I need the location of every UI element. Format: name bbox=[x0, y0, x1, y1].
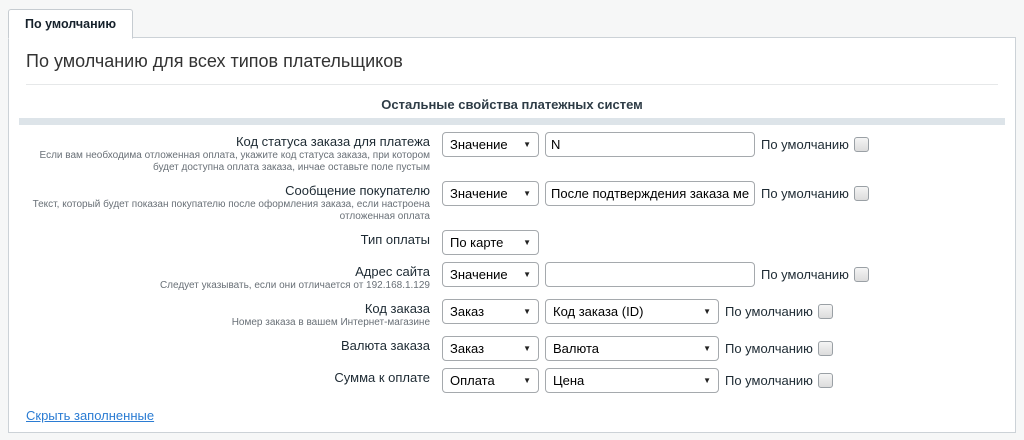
select-value: Код заказа (ID) bbox=[553, 304, 643, 319]
default-wrap: По умолчанию bbox=[761, 137, 869, 152]
label-cell: Сообщение покупателю Текст, который буде… bbox=[9, 180, 436, 223]
field-label: Валюта заказа bbox=[29, 338, 430, 354]
select-value: Заказ bbox=[450, 304, 484, 319]
field-label: Сообщение покупателю bbox=[29, 183, 430, 199]
select-value: Валюта bbox=[553, 341, 599, 356]
select-value: Цена bbox=[553, 373, 584, 388]
default-wrap: По умолчанию bbox=[725, 341, 833, 356]
select-value: Оплата bbox=[450, 373, 495, 388]
field-hint: Текст, который будет показан покупателю … bbox=[29, 199, 430, 223]
value-type-select[interactable]: Значение ▼ bbox=[442, 262, 539, 287]
hide-filled-link[interactable]: Скрыть заполненные bbox=[26, 408, 154, 423]
controls: Значение ▼ По умолчанию bbox=[442, 180, 869, 206]
chevron-down-icon: ▼ bbox=[523, 238, 531, 247]
controls: Заказ ▼ Валюта ▼ По умолчанию bbox=[442, 335, 833, 361]
field-label: Код статуса заказа для платежа bbox=[29, 134, 430, 150]
field-label: Код заказа bbox=[29, 301, 430, 317]
site-address-input[interactable] bbox=[545, 262, 755, 287]
controls: По карте ▼ bbox=[442, 229, 539, 255]
default-wrap: По умолчанию bbox=[725, 373, 833, 388]
amount-select[interactable]: Цена ▼ bbox=[545, 368, 719, 393]
buyer-message-input[interactable] bbox=[545, 181, 755, 206]
field-label: Сумма к оплате bbox=[29, 370, 430, 386]
controls: Значение ▼ По умолчанию bbox=[442, 131, 869, 157]
form-row: Сообщение покупателю Текст, который буде… bbox=[9, 180, 1015, 223]
form-row: Код статуса заказа для платежа Если вам … bbox=[9, 131, 1015, 174]
settings-page: По умолчанию По умолчанию для всех типов… bbox=[0, 0, 1024, 433]
value-type-select[interactable]: Значение ▼ bbox=[442, 132, 539, 157]
controls: Заказ ▼ Код заказа (ID) ▼ По умолчанию bbox=[442, 298, 833, 324]
field-hint: Номер заказа в вашем Интернет-магазине bbox=[29, 317, 430, 329]
order-code-select[interactable]: Код заказа (ID) ▼ bbox=[545, 299, 719, 324]
source-select[interactable]: Заказ ▼ bbox=[442, 336, 539, 361]
select-value: Значение bbox=[450, 267, 508, 282]
form-row: Код заказа Номер заказа в вашем Интернет… bbox=[9, 298, 1015, 329]
default-checkbox[interactable] bbox=[854, 267, 869, 282]
select-value: Заказ bbox=[450, 341, 484, 356]
page-title: По умолчанию для всех типов плательщиков bbox=[26, 50, 998, 72]
form-row: Сумма к оплате Оплата ▼ Цена ▼ По умолча… bbox=[9, 367, 1015, 393]
section-title: Остальные свойства платежных систем bbox=[9, 97, 1015, 112]
chevron-down-icon: ▼ bbox=[523, 344, 531, 353]
chevron-down-icon: ▼ bbox=[523, 376, 531, 385]
tab-bar: По умолчанию bbox=[0, 0, 1024, 37]
tab-default[interactable]: По умолчанию bbox=[8, 9, 133, 39]
controls: Значение ▼ По умолчанию bbox=[442, 261, 869, 287]
title-divider bbox=[26, 84, 998, 85]
default-wrap: По умолчанию bbox=[761, 267, 869, 282]
label-cell: Валюта заказа bbox=[9, 335, 436, 354]
status-code-input[interactable] bbox=[545, 132, 755, 157]
label-cell: Код статуса заказа для платежа Если вам … bbox=[9, 131, 436, 174]
default-wrap: По умолчанию bbox=[725, 304, 833, 319]
field-hint: Следует указывать, если они отличается о… bbox=[29, 280, 430, 292]
payment-type-select[interactable]: По карте ▼ bbox=[442, 230, 539, 255]
currency-select[interactable]: Валюта ▼ bbox=[545, 336, 719, 361]
default-checkbox[interactable] bbox=[854, 137, 869, 152]
default-checkbox[interactable] bbox=[818, 373, 833, 388]
field-label: Адрес сайта bbox=[29, 264, 430, 280]
chevron-down-icon: ▼ bbox=[703, 376, 711, 385]
default-label: По умолчанию bbox=[725, 373, 813, 388]
chevron-down-icon: ▼ bbox=[703, 307, 711, 316]
section-header-bar bbox=[19, 118, 1005, 125]
default-wrap: По умолчанию bbox=[761, 186, 869, 201]
label-cell: Тип оплаты bbox=[9, 229, 436, 248]
default-label: По умолчанию bbox=[761, 186, 849, 201]
default-label: По умолчанию bbox=[761, 267, 849, 282]
controls: Оплата ▼ Цена ▼ По умолчанию bbox=[442, 367, 833, 393]
chevron-down-icon: ▼ bbox=[703, 344, 711, 353]
select-value: Значение bbox=[450, 137, 508, 152]
select-value: По карте bbox=[450, 235, 503, 250]
hide-link-wrap: Скрыть заполненные bbox=[26, 407, 998, 425]
field-label: Тип оплаты bbox=[29, 232, 430, 248]
form-row: Тип оплаты По карте ▼ bbox=[9, 229, 1015, 255]
source-select[interactable]: Заказ ▼ bbox=[442, 299, 539, 324]
value-type-select[interactable]: Значение ▼ bbox=[442, 181, 539, 206]
label-cell: Адрес сайта Следует указывать, если они … bbox=[9, 261, 436, 292]
default-checkbox[interactable] bbox=[818, 341, 833, 356]
default-label: По умолчанию bbox=[761, 137, 849, 152]
form-row: Валюта заказа Заказ ▼ Валюта ▼ По умолча… bbox=[9, 335, 1015, 361]
chevron-down-icon: ▼ bbox=[523, 189, 531, 198]
default-checkbox[interactable] bbox=[818, 304, 833, 319]
label-cell: Сумма к оплате bbox=[9, 367, 436, 386]
form-row: Адрес сайта Следует указывать, если они … bbox=[9, 261, 1015, 292]
select-value: Значение bbox=[450, 186, 508, 201]
default-label: По умолчанию bbox=[725, 341, 813, 356]
default-checkbox[interactable] bbox=[854, 186, 869, 201]
chevron-down-icon: ▼ bbox=[523, 140, 531, 149]
chevron-down-icon: ▼ bbox=[523, 307, 531, 316]
source-select[interactable]: Оплата ▼ bbox=[442, 368, 539, 393]
default-label: По умолчанию bbox=[725, 304, 813, 319]
label-cell: Код заказа Номер заказа в вашем Интернет… bbox=[9, 298, 436, 329]
settings-panel: По умолчанию для всех типов плательщиков… bbox=[8, 37, 1016, 433]
field-hint: Если вам необходима отложенная оплата, у… bbox=[29, 150, 430, 174]
chevron-down-icon: ▼ bbox=[523, 270, 531, 279]
